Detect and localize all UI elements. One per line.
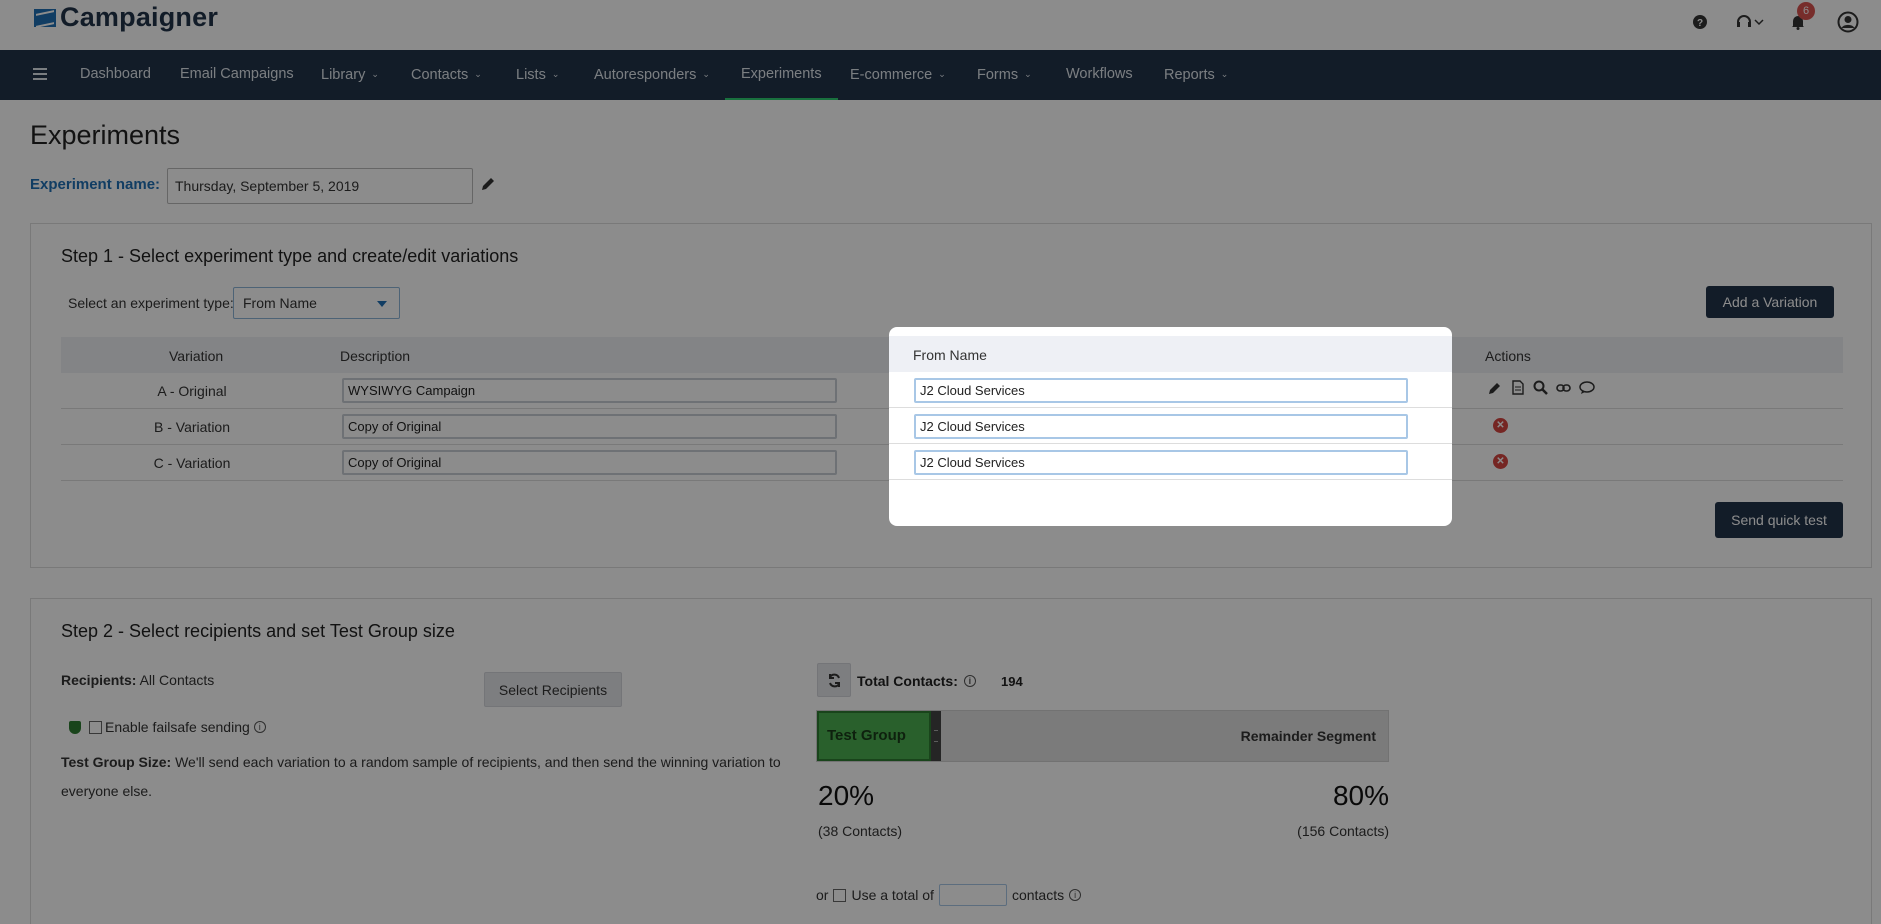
table-row: [889, 408, 1452, 444]
table-row: [889, 372, 1452, 408]
from-name-input[interactable]: [914, 378, 1408, 403]
column-header-from-name: From Name: [913, 347, 987, 363]
table-row: [889, 444, 1452, 480]
from-name-input[interactable]: [914, 450, 1408, 475]
from-name-input[interactable]: [914, 414, 1408, 439]
from-name-highlight-panel: From Name: [889, 327, 1452, 526]
from-name-column-header: From Name: [889, 336, 1452, 372]
